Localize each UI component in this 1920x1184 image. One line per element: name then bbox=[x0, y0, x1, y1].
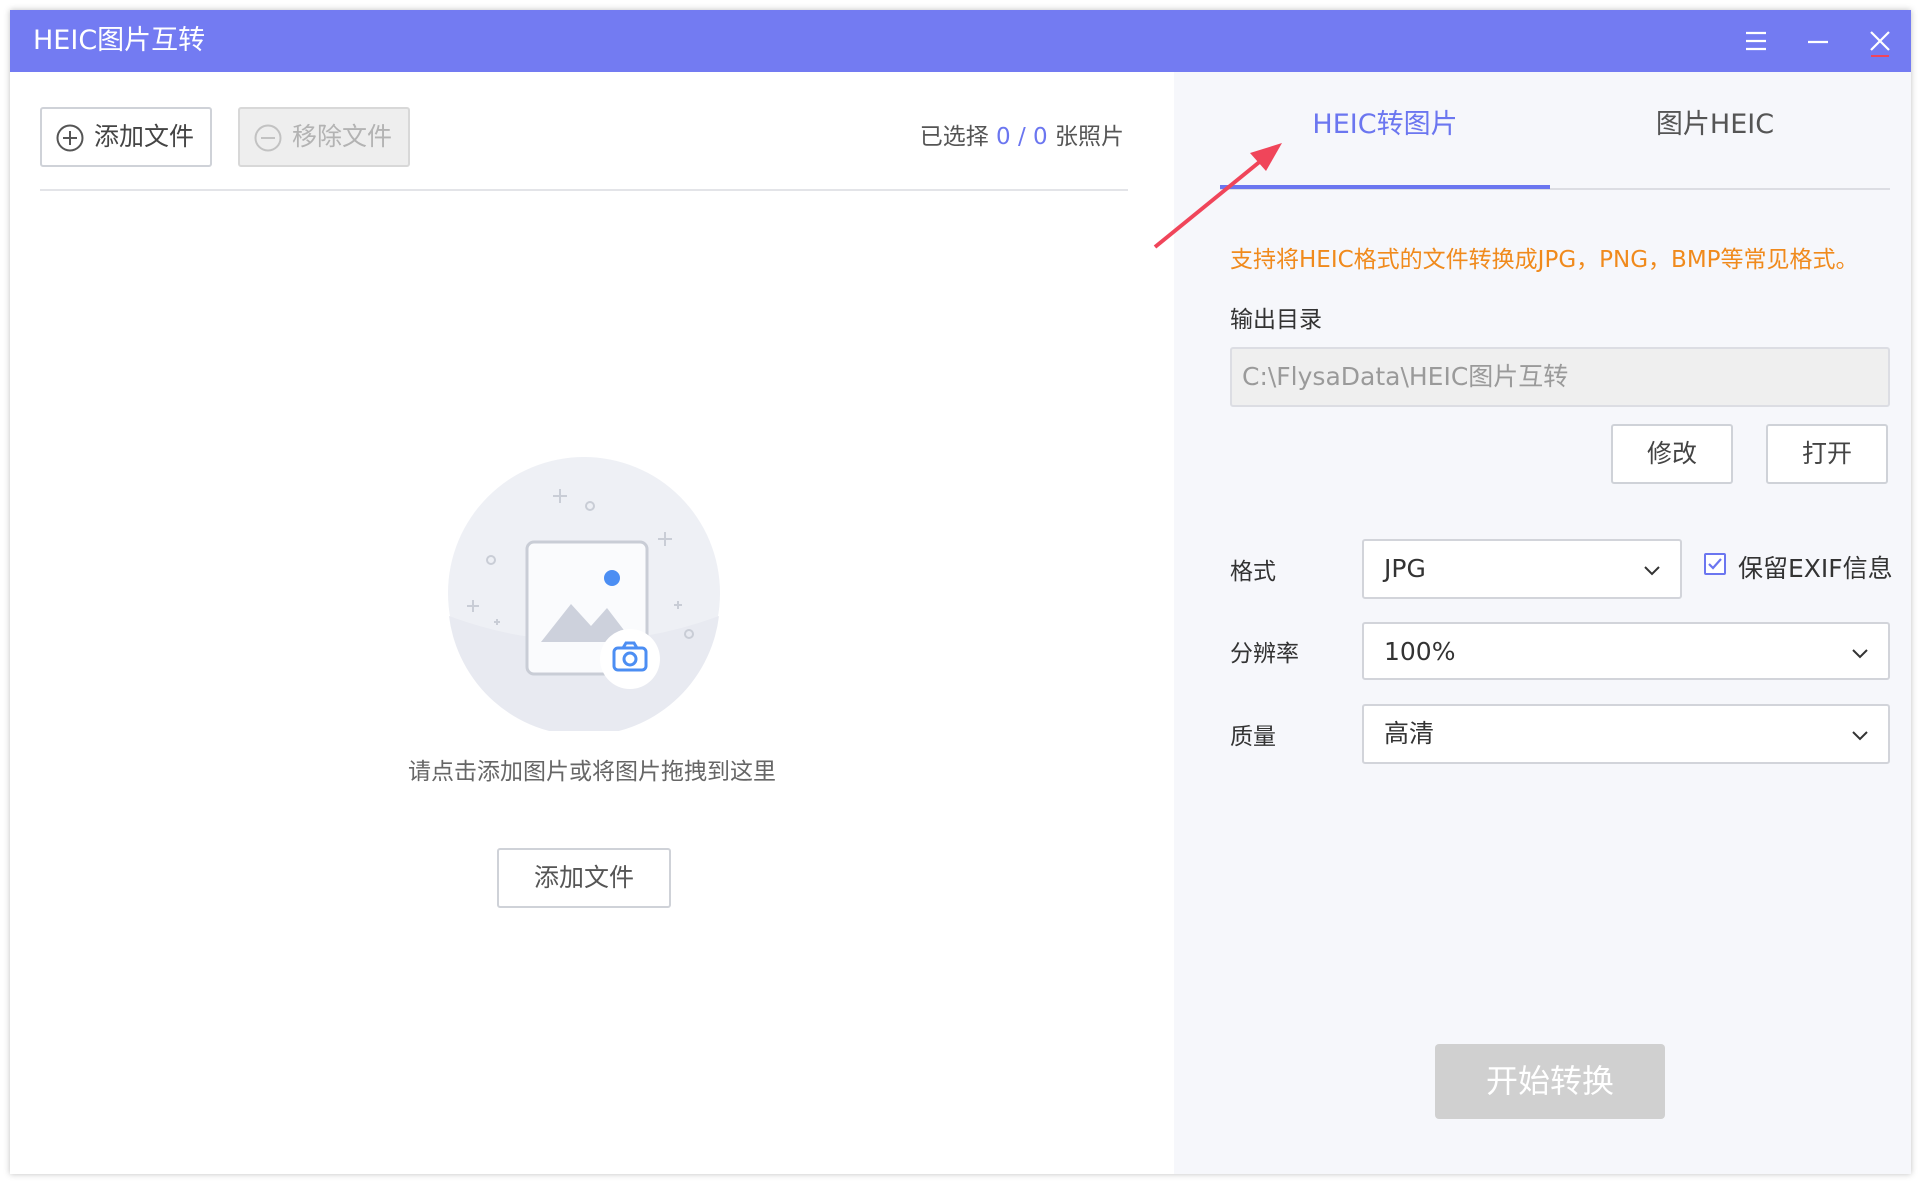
tab-heic-to-image[interactable]: HEIC转图片 bbox=[1220, 102, 1550, 158]
chevron-down-icon bbox=[1848, 641, 1872, 665]
checkbox-checked-icon bbox=[1704, 553, 1726, 575]
modify-button[interactable]: 修改 bbox=[1611, 424, 1733, 484]
image-placeholder-icon bbox=[447, 456, 722, 736]
selection-count: 已选择 0 / 0 张照片 bbox=[920, 117, 1124, 151]
open-button[interactable]: 打开 bbox=[1766, 424, 1888, 484]
remove-file-button[interactable]: 移除文件 bbox=[238, 107, 410, 167]
close-icon[interactable] bbox=[1862, 23, 1898, 59]
resolution-select[interactable]: 100% bbox=[1362, 622, 1890, 680]
remove-file-label: 移除文件 bbox=[292, 122, 393, 151]
resolution-label: 分辨率 bbox=[1230, 641, 1299, 667]
quality-select[interactable]: 高清 bbox=[1362, 704, 1890, 764]
chevron-down-icon bbox=[1848, 723, 1872, 747]
minus-circle-icon bbox=[253, 123, 283, 153]
toolbar-divider bbox=[40, 189, 1128, 191]
count-separator: / bbox=[1017, 124, 1026, 150]
chevron-down-icon bbox=[1640, 558, 1664, 582]
count-total: 0 bbox=[1033, 124, 1048, 150]
tab-image-to-heic[interactable]: 图片HEIC bbox=[1550, 102, 1880, 158]
active-tab-indicator bbox=[1220, 185, 1550, 189]
plus-circle-icon bbox=[55, 123, 85, 153]
count-suffix: 张照片 bbox=[1055, 124, 1124, 150]
drop-hint: 请点击添加图片或将图片拖拽到这里 bbox=[408, 759, 776, 785]
app-title: HEIC图片互转 bbox=[33, 25, 206, 56]
count-selected: 0 bbox=[996, 124, 1011, 150]
add-file-label: 添加文件 bbox=[94, 122, 195, 151]
output-dir-field[interactable]: C:\FlysaData\HEIC图片互转 bbox=[1230, 347, 1890, 407]
quality-label: 质量 bbox=[1230, 724, 1276, 750]
format-value: JPG bbox=[1384, 554, 1426, 583]
start-convert-button[interactable]: 开始转换 bbox=[1435, 1044, 1665, 1119]
file-panel: 添加文件 移除文件 已选择 0 / 0 张照片 请点击添加图片或将图片拖拽到这里… bbox=[10, 72, 1174, 1174]
add-file-button[interactable]: 添加文件 bbox=[40, 107, 212, 167]
format-select[interactable]: JPG bbox=[1362, 539, 1682, 599]
add-file-center-button[interactable]: 添加文件 bbox=[497, 848, 671, 908]
info-text: 支持将HEIC格式的文件转换成JPG，PNG，BMP等常见格式。 bbox=[1230, 247, 1859, 273]
output-dir-label: 输出目录 bbox=[1230, 307, 1322, 333]
resolution-value: 100% bbox=[1384, 637, 1456, 666]
settings-panel: HEIC转图片 图片HEIC 支持将HEIC格式的文件转换成JPG，PNG，BM… bbox=[1174, 72, 1911, 1174]
menu-icon[interactable] bbox=[1738, 23, 1774, 59]
title-bar: HEIC图片互转 bbox=[10, 10, 1911, 72]
count-prefix: 已选择 bbox=[919, 124, 989, 150]
exif-label: 保留EXIF信息 bbox=[1738, 554, 1893, 583]
minimize-icon[interactable] bbox=[1800, 23, 1836, 59]
app-window: HEIC图片互转 添加文件 移除文件 已选择 0 / 0 张照片 请点击添加图片… bbox=[10, 10, 1911, 1174]
format-label: 格式 bbox=[1230, 559, 1276, 585]
quality-value: 高清 bbox=[1384, 719, 1435, 748]
